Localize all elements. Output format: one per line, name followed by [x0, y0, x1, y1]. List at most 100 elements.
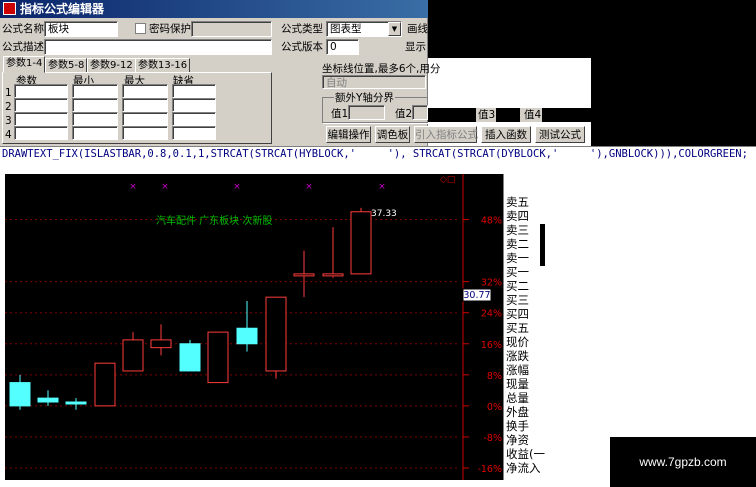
quote-item-label: 现量 [506, 377, 529, 391]
value2-input[interactable] [412, 105, 428, 120]
formula-desc-input[interactable] [44, 39, 272, 55]
quote-item-label: 卖三 [506, 223, 529, 237]
value4-label: 值4 [524, 109, 542, 121]
quote-item-label: 现价 [506, 335, 529, 349]
tab-params-1-4[interactable]: 参数1-4 [3, 56, 46, 73]
kline-chart[interactable]: 48% 32% 24% 16% 8% 0% -8% -16% × × × × × ◇□ 汽车配件 广东板块 … [5, 174, 538, 480]
tab-params-13-16[interactable]: 参数13-16 [135, 58, 191, 73]
formula-version-label: 公式版本 [281, 41, 323, 53]
param-row-num: 2 [5, 101, 12, 113]
param-max-input[interactable] [122, 126, 168, 140]
occluded-region [540, 224, 545, 266]
quote-item-label: 总量 [506, 391, 529, 405]
occluded-region [428, 0, 756, 58]
param-max-input[interactable] [122, 84, 168, 98]
candle-body [37, 397, 59, 403]
candle-body [94, 362, 116, 407]
formula-version-input[interactable]: 0 [326, 39, 359, 55]
value3-input[interactable] [496, 108, 520, 122]
y-tick-label: 24% [481, 309, 502, 320]
quote-item-label: 净资 [506, 433, 529, 447]
y-tick-label: 32% [481, 278, 502, 289]
param-min-input[interactable] [72, 84, 118, 98]
param-row-num: 4 [5, 129, 12, 141]
y-tick-label: 16% [481, 340, 502, 351]
candle-body [350, 211, 372, 275]
axis-position-input[interactable]: 自动 [322, 75, 426, 89]
chart-marker: × [378, 182, 386, 192]
display-label: 显示 [405, 41, 426, 53]
quote-item-label: 买一 [506, 265, 529, 279]
y-tick-label: 8% [487, 371, 502, 382]
palette-button[interactable]: 调色板 [375, 126, 410, 143]
value1-input[interactable] [348, 105, 385, 120]
quote-item-label: 外盘 [506, 405, 529, 419]
password-checkbox[interactable] [135, 23, 146, 34]
quote-item-label: 买五 [506, 321, 529, 335]
tab-params-5-8[interactable]: 参数5-8 [45, 58, 88, 73]
occluded-region [591, 58, 756, 146]
param-name-input[interactable] [14, 126, 68, 140]
formula-desc-label: 公式描述 [2, 41, 44, 53]
formula-type-label: 公式类型 [281, 23, 323, 35]
candle-body [9, 382, 31, 407]
quote-item-label: 涨幅 [506, 363, 529, 377]
candle-body [65, 401, 87, 405]
param-max-input[interactable] [122, 98, 168, 112]
param-default-input[interactable] [172, 98, 216, 112]
block-info-text: 汽车配件 广东板块 次新股 [156, 214, 272, 227]
quote-item-label: 卖四 [506, 209, 529, 223]
import-formula-button[interactable]: 引入指标公式 [414, 126, 478, 143]
tab-params-9-12[interactable]: 参数9-12 [87, 58, 136, 73]
y-tick-label: 48% [481, 216, 502, 227]
candle-body [122, 339, 144, 372]
occluded-region [428, 108, 476, 122]
site-watermark: www.7gpzb.com [610, 437, 756, 487]
insert-function-button[interactable]: 插入函数 [481, 126, 531, 143]
edit-operation-button[interactable]: 编辑操作 [326, 126, 371, 143]
param-min-input[interactable] [72, 126, 118, 140]
y-tick-label: -8% [484, 433, 503, 444]
kline-chart-svg: 48% 32% 24% 16% 8% 0% -8% -16% × × × × × ◇□ 汽车配件 广东板块 … [5, 174, 503, 480]
value3-label: 值3 [478, 109, 496, 121]
param-default-input[interactable] [172, 84, 216, 98]
param-name-input[interactable] [14, 98, 68, 112]
chart-marker: × [129, 182, 137, 192]
param-name-input[interactable] [14, 84, 68, 98]
value1-label: 值1 [331, 108, 349, 120]
param-max-input[interactable] [122, 112, 168, 126]
chart-marker: × [161, 182, 169, 192]
param-min-input[interactable] [72, 98, 118, 112]
quote-item-label: 换手 [506, 419, 529, 433]
high-price-label: 37.33 [371, 209, 397, 219]
chevron-down-icon[interactable]: ▼ [388, 22, 401, 36]
chart-marker: × [233, 182, 241, 192]
param-row-num: 1 [5, 87, 12, 99]
quote-item-label: 涨跌 [506, 349, 529, 363]
param-default-input[interactable] [172, 112, 216, 126]
test-formula-button[interactable]: 测试公式 [535, 126, 585, 143]
quote-item-label: 卖二 [506, 237, 529, 251]
extra-axis-group-label: 额外Y轴分界 [334, 91, 395, 105]
param-name-input[interactable] [14, 112, 68, 126]
chart-marker: × [305, 182, 313, 192]
axis-hint-label: 坐标线位置,最多6个,用分 [322, 63, 441, 75]
formula-code-editor[interactable]: DRAWTEXT_FIX(ISLASTBAR,0.8,0.1,1,STRCAT(… [0, 146, 756, 172]
window-titlebar[interactable]: 指标公式编辑器 [0, 0, 428, 18]
password-input[interactable] [191, 21, 272, 37]
app-icon [3, 2, 16, 15]
quote-item-label: 卖一 [506, 251, 529, 265]
occluded-strip: 值3 值4 [476, 108, 591, 122]
candle-body [150, 339, 172, 349]
formula-name-input[interactable]: 板块 [44, 21, 118, 37]
draw-method-label: 画线 [407, 23, 428, 35]
value4-input[interactable] [542, 108, 591, 122]
candle-body [293, 273, 315, 277]
formula-code-text: DRAWTEXT_FIX(ISLASTBAR,0.8,0.1,1,STRCAT(… [2, 148, 748, 160]
y-tick-label: 0% [487, 402, 502, 413]
window-title: 指标公式编辑器 [20, 2, 105, 16]
quote-item-label: 买四 [506, 307, 529, 321]
param-min-input[interactable] [72, 112, 118, 126]
candle-body [265, 296, 287, 372]
param-default-input[interactable] [172, 126, 216, 140]
